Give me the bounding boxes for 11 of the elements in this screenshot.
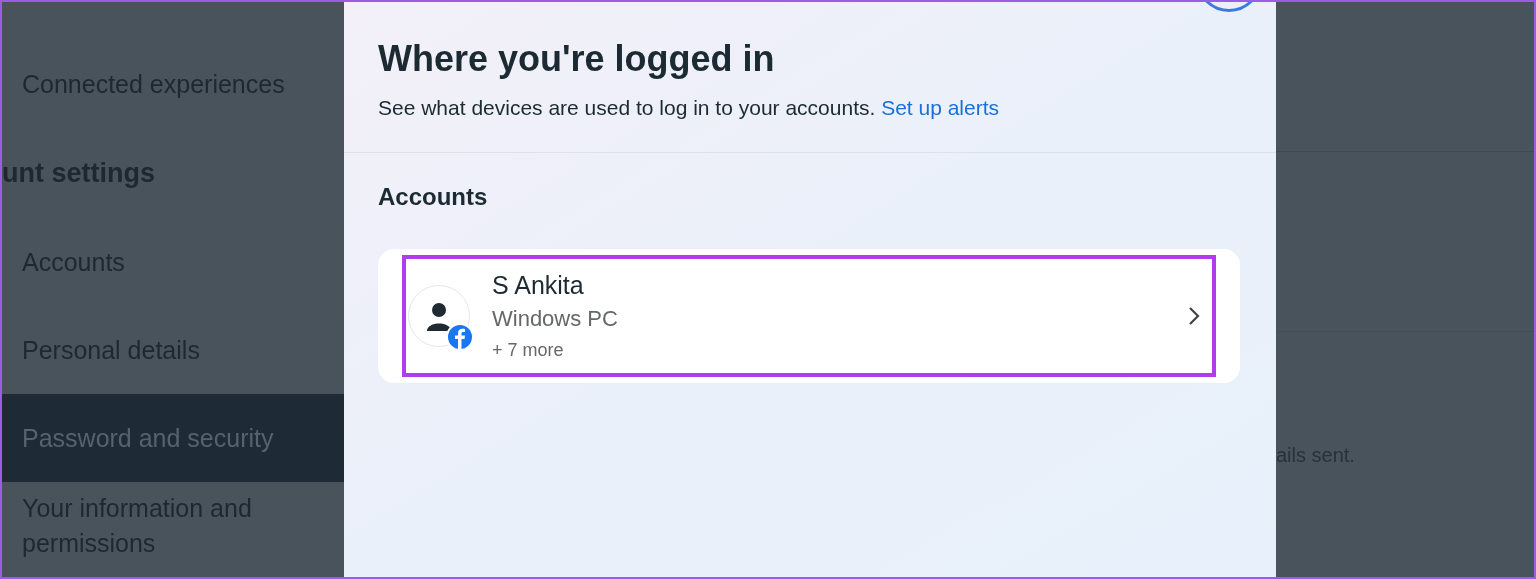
dialog-title: Where you're logged in: [378, 37, 776, 81]
account-name: S Ankita: [492, 269, 585, 301]
setup-alerts-link[interactable]: Set up alerts: [881, 96, 1000, 119]
device-name: Windows PC: [492, 304, 619, 333]
badge-icon: [446, 322, 474, 351]
chevron-right-icon: [1188, 305, 1200, 326]
sidebar-item[interactable]: Password and security: [2, 394, 344, 482]
section-title: Accounts: [378, 181, 489, 212]
dialog-description: See what devices are used to log in to your accounts. Set up alerts: [378, 95, 1001, 121]
more-count: + 7 more: [492, 338, 565, 362]
person-silhouette-icon: [426, 300, 452, 331]
